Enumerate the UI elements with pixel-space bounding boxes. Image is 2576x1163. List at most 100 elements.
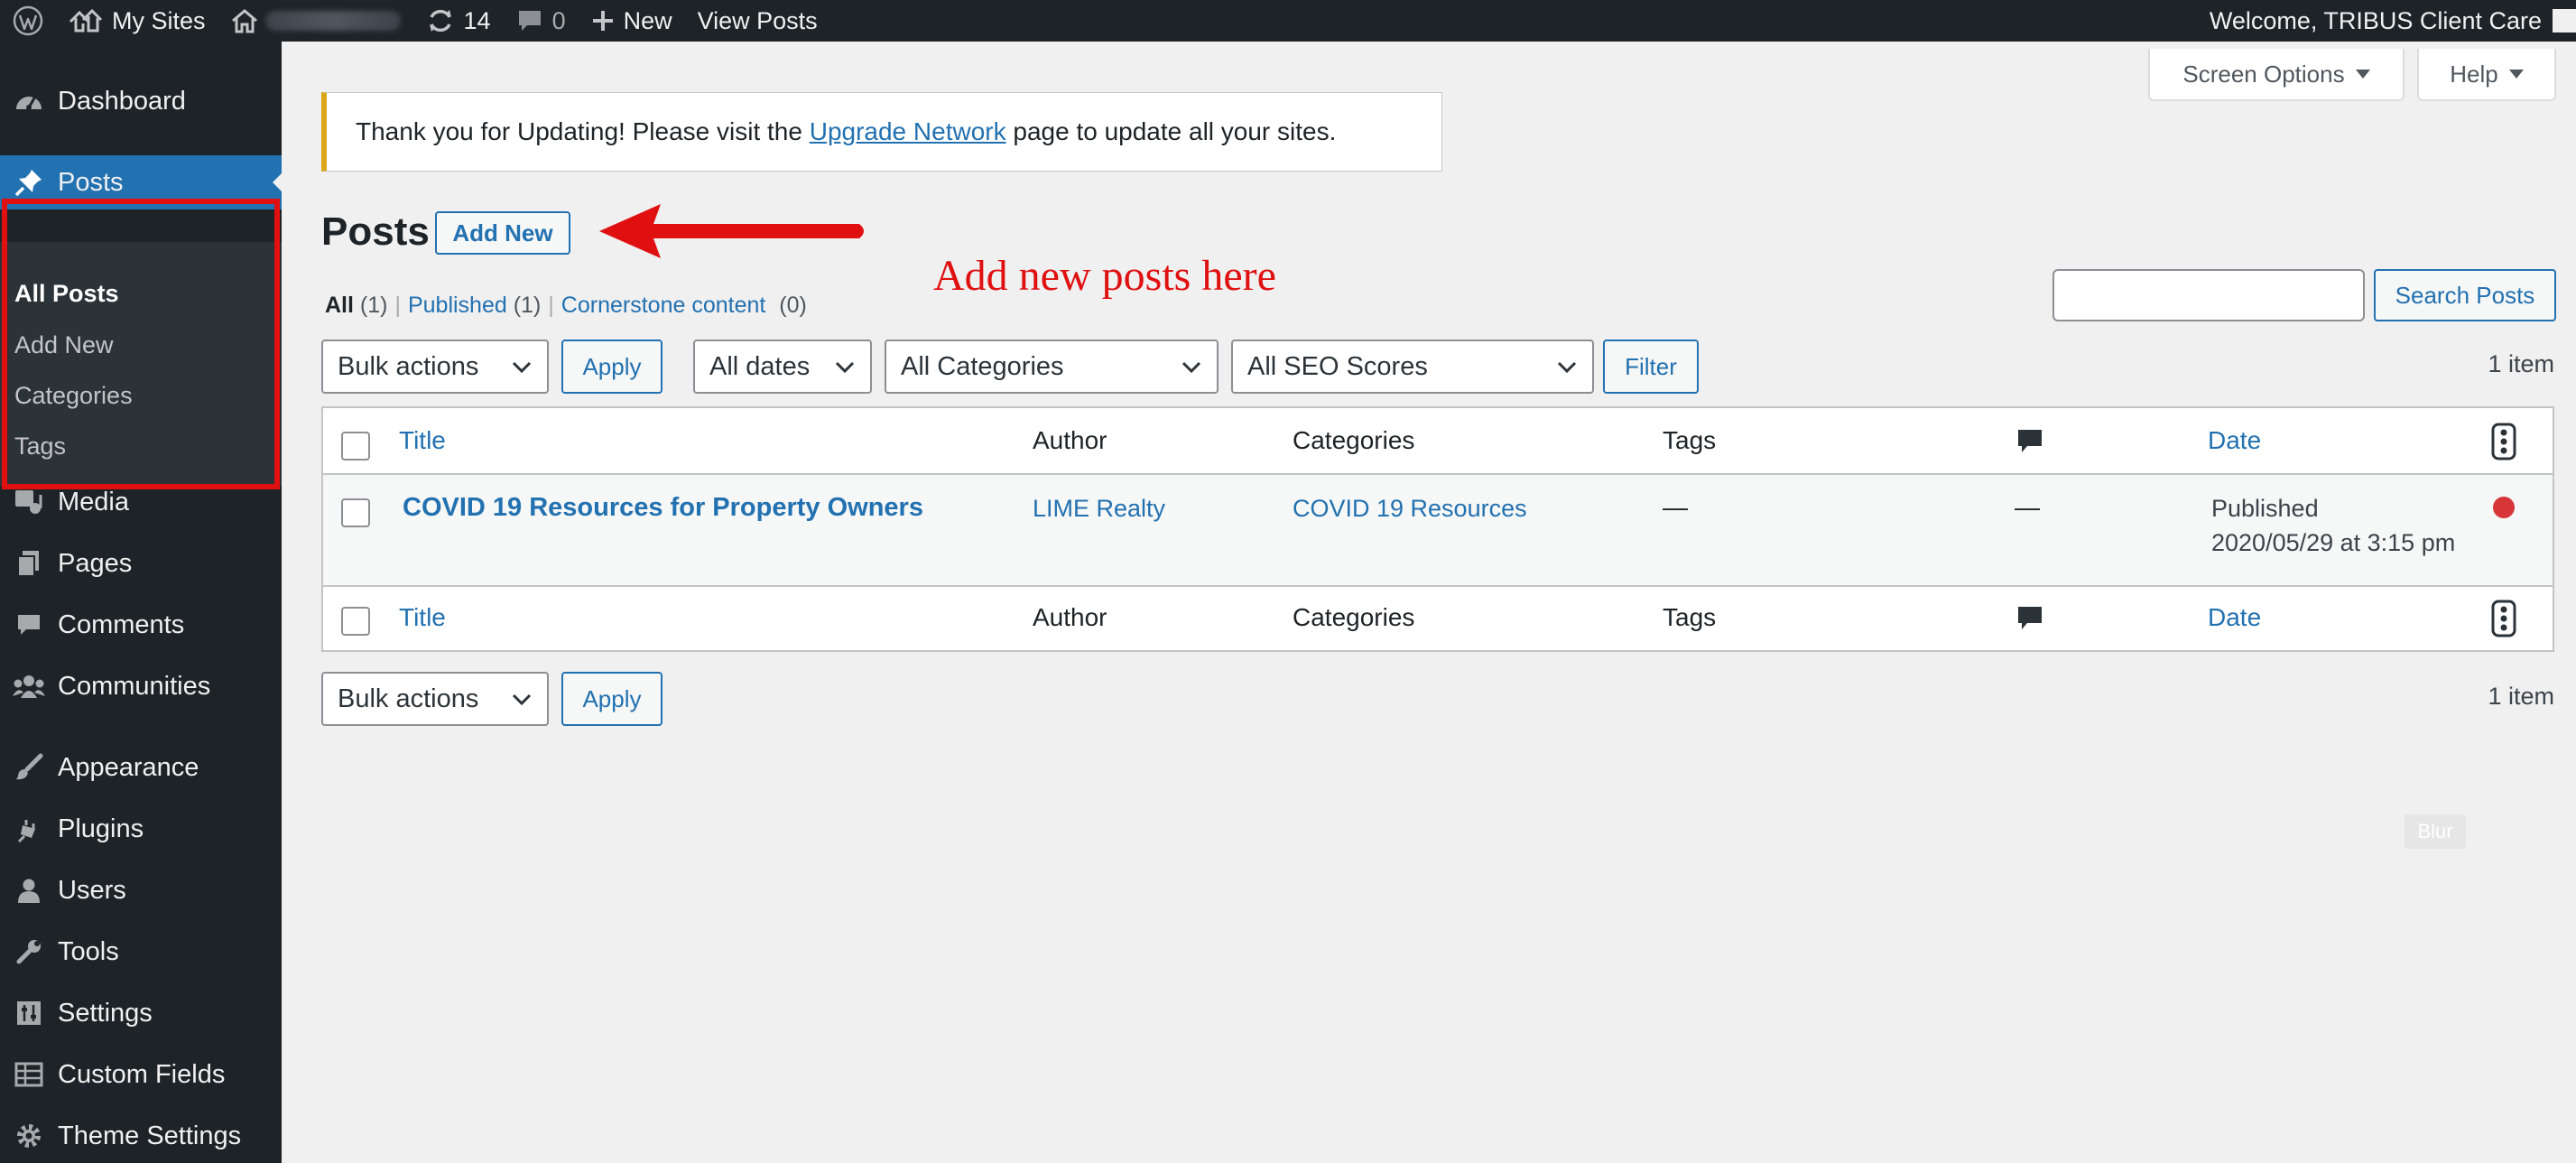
updates-count: 14 (463, 6, 491, 34)
view-published-count: (1) (513, 293, 542, 318)
update-notice: Thank you for Updating! Please visit the… (321, 92, 1442, 172)
select-all-checkbox-footer[interactable] (341, 607, 370, 636)
view-all-count: (1) (359, 293, 388, 318)
dashboard-icon (0, 88, 58, 115)
screen-options-button[interactable]: Screen Options (2148, 49, 2405, 101)
annotation-arrow-icon (599, 204, 864, 258)
new-content-menu[interactable]: New (579, 0, 685, 42)
pin-icon (0, 167, 58, 198)
view-posts-link[interactable]: View Posts (685, 0, 830, 42)
dates-select[interactable]: All dates (693, 340, 872, 394)
post-title-link[interactable]: COVID 19 Resources for Property Owners (403, 493, 923, 523)
post-category-link[interactable]: COVID 19 Resources (1293, 495, 1527, 523)
chevron-down-icon (835, 361, 855, 374)
column-date-sort-footer[interactable]: Date (2208, 603, 2261, 632)
categories-value: All Categories (901, 351, 1064, 381)
comment-column-icon (2018, 430, 2042, 452)
column-categories-footer: Categories (1293, 603, 1415, 631)
pages-icon (0, 549, 58, 578)
my-account-menu[interactable]: Welcome, TRIBUS Client Care (2197, 0, 2576, 42)
gear-icon (0, 1121, 58, 1150)
comments-menu[interactable]: 0 (504, 0, 579, 42)
sidebar-item-label: Theme Settings (58, 1121, 242, 1150)
groups-icon (0, 673, 58, 700)
notice-text-before: Thank you for Updating! Please visit the (356, 117, 810, 145)
submenu-all-posts[interactable]: All Posts (14, 280, 119, 308)
sidebar-item-appearance[interactable]: Appearance (0, 740, 282, 795)
row-checkbox[interactable] (341, 498, 370, 527)
blur-badge: Blur (2405, 814, 2466, 849)
notice-text-after: page to update all your sites. (1005, 117, 1337, 145)
select-all-checkbox[interactable] (341, 432, 370, 461)
home-icon (231, 9, 257, 33)
bulk-actions-value: Bulk actions (338, 684, 479, 713)
submenu-add-new[interactable]: Add New (14, 331, 114, 359)
my-sites-label: My Sites (112, 6, 206, 34)
my-sites-menu[interactable]: My Sites (56, 0, 218, 42)
submenu-tags[interactable]: Tags (14, 433, 66, 461)
screen-options-label: Screen Options (2182, 60, 2345, 88)
column-categories: Categories (1293, 426, 1415, 454)
sidebar-item-label: Comments (58, 609, 185, 639)
sidebar-item-pages[interactable]: Pages (0, 536, 282, 591)
sidebar-item-communities[interactable]: Communities (0, 659, 282, 713)
help-button[interactable]: Help (2417, 49, 2556, 101)
column-title-sort[interactable]: Title (399, 426, 446, 455)
view-cornerstone-link[interactable]: Cornerstone content (561, 293, 766, 318)
view-all-link[interactable]: All (325, 293, 354, 318)
comment-icon (518, 11, 541, 31)
column-date-sort[interactable]: Date (2208, 426, 2261, 455)
bulk-actions-select-bottom[interactable]: Bulk actions (321, 672, 549, 726)
sidebar-item-label: Dashboard (58, 86, 186, 116)
user-icon (0, 877, 58, 904)
submenu-categories[interactable]: Categories (14, 382, 133, 410)
bulk-actions-select[interactable]: Bulk actions (321, 340, 549, 394)
updates-menu[interactable]: 14 (413, 0, 504, 42)
sidebar-item-label: Appearance (58, 752, 199, 782)
sidebar-item-media[interactable]: Media (0, 475, 282, 529)
notice-text: Thank you for Updating! Please visit the… (356, 117, 1336, 146)
view-published-link[interactable]: Published (408, 293, 507, 318)
avatar (2553, 9, 2576, 33)
sidebar-item-label: Posts (58, 167, 124, 197)
comments-icon (0, 612, 58, 637)
sidebar-item-custom-fields[interactable]: Custom Fields (0, 1047, 282, 1102)
sidebar-item-label: Users (58, 875, 126, 905)
comments-count: 0 (551, 6, 566, 34)
sidebar-item-tools[interactable]: Tools (0, 925, 282, 979)
column-title-sort-footer[interactable]: Title (399, 603, 446, 632)
search-posts-button[interactable]: Search Posts (2374, 269, 2556, 321)
sidebar-item-dashboard[interactable]: Dashboard (0, 74, 282, 128)
view-posts-label: View Posts (697, 6, 818, 34)
sidebar-item-theme-settings[interactable]: Theme Settings (0, 1109, 282, 1163)
seo-scores-select[interactable]: All SEO Scores (1231, 340, 1594, 394)
apply-button-bottom[interactable]: Apply (561, 672, 663, 726)
apply-button[interactable]: Apply (561, 340, 663, 394)
sidebar-item-users[interactable]: Users (0, 863, 282, 917)
media-icon (0, 488, 58, 516)
categories-select[interactable]: All Categories (885, 340, 1219, 394)
posts-table: Title Author Categories Tags Date COVID … (321, 406, 2554, 652)
custom-fields-icon (0, 1062, 58, 1087)
sidebar-item-label: Communities (58, 671, 211, 701)
post-status: Published (2211, 495, 2319, 522)
post-author-link[interactable]: LIME Realty (1033, 495, 1165, 523)
sidebar-item-comments[interactable]: Comments (0, 598, 282, 652)
table-footer-row: Title Author Categories Tags Date (323, 585, 2553, 652)
site-home-menu[interactable] (218, 0, 413, 42)
filter-button[interactable]: Filter (1603, 340, 1699, 394)
sidebar-item-posts[interactable]: Posts (0, 155, 282, 209)
seo-traffic-light-icon (2491, 423, 2516, 461)
add-new-button[interactable]: Add New (435, 211, 570, 255)
post-status-views: All (1) | Published (1) | Cornerstone conten… (325, 293, 807, 319)
wordpress-logo[interactable] (0, 0, 56, 42)
table-row: COVID 19 Resources for Property Owners L… (323, 475, 2553, 585)
annotation-text: Add new posts here (933, 252, 1276, 300)
search-input[interactable] (2052, 269, 2365, 321)
sidebar-item-settings[interactable]: Settings (0, 986, 282, 1040)
sidebar-item-label: Plugins (58, 814, 144, 843)
wordpress-icon (13, 5, 43, 36)
sidebar-item-plugins[interactable]: Plugins (0, 802, 282, 856)
sidebar-item-label: Media (58, 487, 129, 516)
upgrade-network-link[interactable]: Upgrade Network (810, 117, 1006, 145)
